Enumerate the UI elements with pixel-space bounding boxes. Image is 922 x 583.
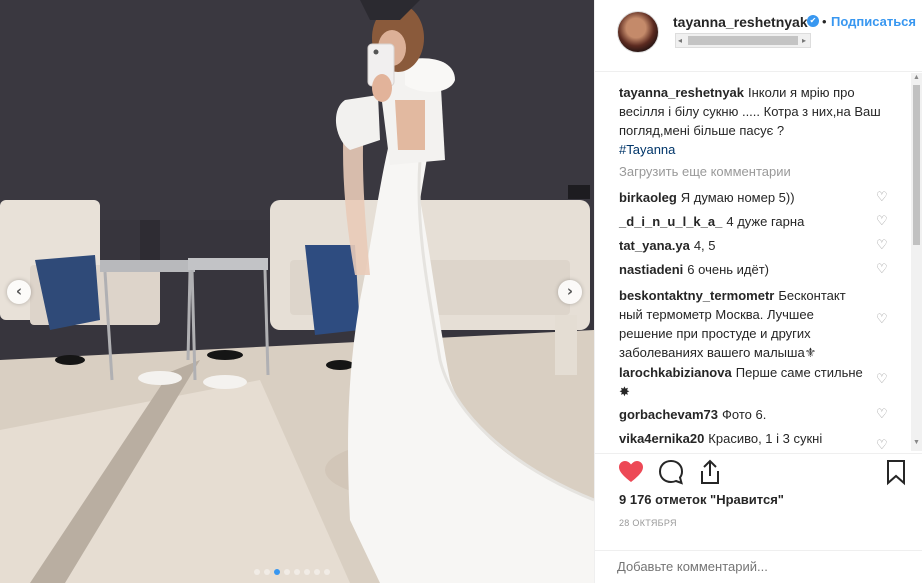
comment-like-heart-icon[interactable]: ♡ — [876, 263, 890, 277]
carousel-dot — [324, 569, 330, 575]
comment-text: 4, 5 — [693, 238, 716, 253]
bookmark-icon[interactable] — [882, 458, 910, 486]
caption-username[interactable]: tayanna_reshetnyak — [619, 85, 744, 100]
comment-text: 6 очень идёт) — [687, 262, 770, 277]
post-caption: tayanna_reshetnyak Інколи я мрію про весі… — [619, 83, 881, 159]
avatar[interactable] — [617, 11, 659, 53]
carousel-dot — [264, 569, 270, 575]
share-icon[interactable] — [696, 458, 724, 486]
comment-username[interactable]: tat_yana.ya — [619, 238, 690, 253]
carousel-dot — [314, 569, 320, 575]
carousel-dot — [284, 569, 290, 575]
comment-like-heart-icon[interactable]: ♡ — [876, 215, 890, 229]
carousel-prev-button[interactable]: ‹ — [7, 280, 31, 304]
comment-username[interactable]: nastiadeni — [619, 262, 683, 277]
add-comment-bar — [595, 550, 922, 583]
header-separator: • — [822, 14, 827, 29]
carousel-next-button[interactable]: › — [558, 280, 582, 304]
caption-hashtag[interactable]: #Tayanna — [619, 142, 675, 157]
comment-username[interactable]: gorbachevam73 — [619, 407, 718, 422]
verified-badge-icon: ✔ — [807, 15, 819, 27]
comment-username[interactable]: larochkabizianova — [619, 365, 732, 380]
comments-scrollbar[interactable]: ▲ ▼ — [911, 73, 922, 451]
comment-like-heart-icon[interactable]: ♡ — [876, 373, 890, 387]
follow-button[interactable]: Подписаться — [831, 14, 916, 29]
comment-item: tat_yana.ya 4, 5 — [619, 236, 881, 255]
location-scrollbar[interactable]: ◂ ▸ — [675, 33, 811, 48]
header-username[interactable]: tayanna_reshetnyak — [673, 14, 808, 30]
comment-item: nastiadeni 6 очень идёт) — [619, 260, 881, 279]
post-header: tayanna_reshetnyak ✔ • Подписаться ◂ ▸ — [595, 0, 922, 72]
comment-bubble-icon[interactable] — [657, 458, 685, 486]
comment-item: beskontaktny_termometr Бесконтакт ный тер… — [619, 286, 864, 362]
comment-text: Фото 6. — [722, 407, 767, 422]
comment-item: _d_i_n_u_l_k_a_ 4 дуже гарна — [619, 212, 881, 231]
likes-count[interactable]: 9 176 отметок "Нравится" — [619, 492, 784, 507]
comment-text: Я думаю номер 5)) — [680, 190, 795, 205]
comment-like-heart-icon[interactable]: ♡ — [876, 439, 890, 453]
post-side-panel: tayanna_reshetnyak ✔ • Подписаться ◂ ▸ t… — [594, 0, 922, 583]
carousel-dot — [304, 569, 310, 575]
post-date[interactable]: 28 ОКТЯБРЯ — [619, 518, 677, 528]
comment-like-heart-icon[interactable]: ♡ — [876, 313, 890, 327]
scroll-up-icon[interactable]: ▲ — [913, 74, 920, 81]
scroll-down-icon[interactable]: ▼ — [913, 439, 920, 446]
carousel-dot — [274, 569, 280, 575]
comment-like-heart-icon[interactable]: ♡ — [876, 191, 890, 205]
comment-username[interactable]: beskontaktny_termometr — [619, 288, 774, 303]
carousel-dot — [254, 569, 260, 575]
location-scroll-thumb[interactable] — [688, 36, 798, 45]
comment-username[interactable]: birkaoleg — [619, 190, 677, 205]
add-comment-input[interactable] — [617, 559, 877, 574]
carousel-dots — [254, 569, 330, 575]
comment-text: 4 дуже гарна — [726, 214, 805, 229]
comments-scroll-thumb[interactable] — [913, 85, 920, 245]
comment-item: vika4ernika20 Красиво, 1 і 3 сукні — [619, 429, 881, 448]
comments-list: tayanna_reshetnyak Інколи я мрію про весі… — [595, 73, 922, 453]
load-more-comments-button[interactable]: Загрузить еще комментарии — [619, 164, 791, 179]
comment-item: larochkabizianova Перше саме стильне ✸ — [619, 363, 864, 401]
like-heart-icon[interactable] — [617, 458, 645, 486]
comment-item: birkaoleg Я думаю номер 5)) — [619, 188, 881, 207]
post-photo: ‹ › — [0, 0, 594, 583]
carousel-dot — [294, 569, 300, 575]
comment-username[interactable]: vika4ernika20 — [619, 431, 704, 446]
photo-image — [0, 0, 594, 583]
comment-username[interactable]: _d_i_n_u_l_k_a_ — [619, 214, 722, 229]
post-actions: 9 176 отметок "Нравится" 28 ОКТЯБРЯ — [595, 453, 922, 583]
comment-item: gorbachevam73 Фото 6. — [619, 405, 881, 424]
comment-like-heart-icon[interactable]: ♡ — [876, 408, 890, 422]
comment-text: Красиво, 1 і 3 сукні — [708, 431, 823, 446]
scroll-left-icon[interactable]: ◂ — [678, 34, 682, 47]
scroll-right-icon[interactable]: ▸ — [802, 34, 806, 47]
comment-like-heart-icon[interactable]: ♡ — [876, 239, 890, 253]
